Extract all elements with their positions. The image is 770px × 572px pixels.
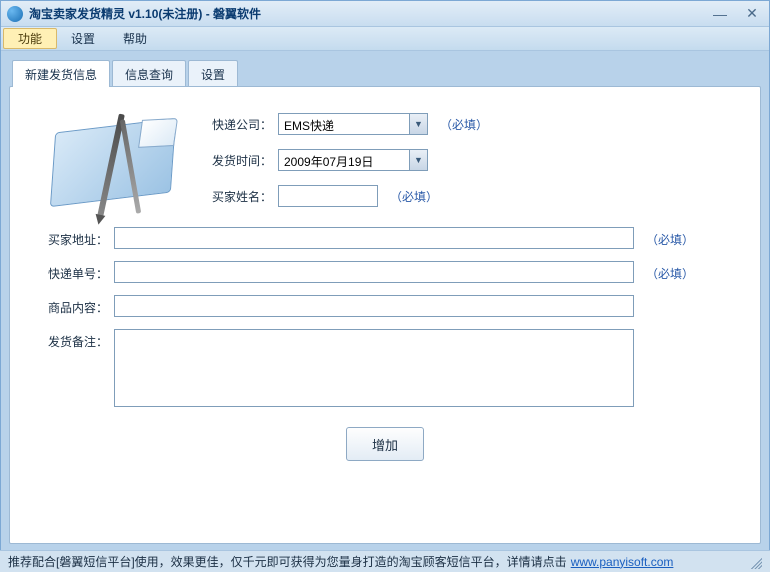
ship-time-label: 发货时间：: [206, 152, 272, 169]
tab-query[interactable]: 信息查询: [112, 60, 186, 87]
ship-time-picker[interactable]: 2009年07月19日 ▼: [278, 149, 428, 171]
chevron-down-icon[interactable]: ▼: [409, 114, 427, 134]
ship-time-value: 2009年07月19日: [279, 150, 409, 170]
content-area: 新建发货信息 信息查询 设置 快递公司： EMS快递 ▼ （必填）: [1, 51, 769, 552]
app-icon: [7, 6, 23, 22]
menu-bar: 功能 设置 帮助: [1, 27, 769, 51]
status-bar: 推荐配合[磐翼短信平台]使用，效果更佳，仅千元即可获得为您量身打造的淘宝顾客短信…: [0, 550, 770, 572]
tracking-required: （必填）: [646, 261, 694, 282]
menu-function[interactable]: 功能: [3, 28, 57, 49]
goods-input[interactable]: [114, 295, 634, 317]
add-button[interactable]: 增加: [346, 427, 424, 461]
remark-textarea[interactable]: [114, 329, 634, 407]
remark-label: 发货备注：: [42, 329, 108, 350]
buyer-name-input[interactable]: [278, 185, 378, 207]
footer-text: 推荐配合[磐翼短信平台]使用，效果更佳，仅千元即可获得为您量身打造的淘宝顾客短信…: [8, 553, 567, 570]
tab-new-shipment[interactable]: 新建发货信息: [12, 60, 110, 87]
tab-settings[interactable]: 设置: [188, 60, 238, 87]
buyer-addr-required: （必填）: [646, 227, 694, 248]
menu-help[interactable]: 帮助: [109, 27, 161, 50]
courier-required: （必填）: [440, 116, 488, 133]
buyer-addr-input[interactable]: [114, 227, 634, 249]
goods-label: 商品内容：: [42, 295, 108, 316]
title-bar: 淘宝卖家发货精灵 v1.10(未注册) - 磐翼软件 — ✕: [1, 1, 769, 27]
courier-label: 快递公司：: [206, 116, 272, 133]
form-panel: 快递公司： EMS快递 ▼ （必填） 发货时间： 2009年07月19日 ▼ 买: [9, 86, 761, 544]
chevron-down-icon[interactable]: ▼: [409, 150, 427, 170]
illustration-icon: [48, 107, 188, 217]
tab-bar: 新建发货信息 信息查询 设置: [12, 59, 761, 86]
minimize-button[interactable]: —: [709, 6, 731, 22]
footer-link[interactable]: www.panyisoft.com: [571, 555, 674, 569]
tracking-input[interactable]: [114, 261, 634, 283]
courier-select[interactable]: EMS快递 ▼: [278, 113, 428, 135]
buyer-name-required: （必填）: [390, 188, 438, 205]
window-title: 淘宝卖家发货精灵 v1.10(未注册) - 磐翼软件: [29, 5, 261, 22]
buyer-addr-label: 买家地址：: [42, 227, 108, 248]
menu-settings[interactable]: 设置: [57, 27, 109, 50]
tracking-label: 快递单号：: [42, 261, 108, 282]
courier-select-value: EMS快递: [279, 114, 409, 134]
buyer-name-label: 买家姓名：: [206, 188, 272, 205]
resize-grip-icon[interactable]: [748, 555, 762, 569]
close-button[interactable]: ✕: [741, 6, 763, 22]
